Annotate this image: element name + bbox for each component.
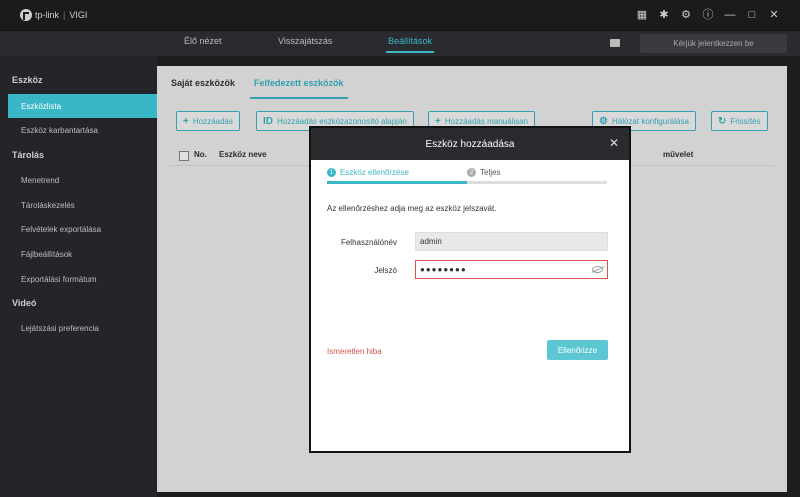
folder-icon[interactable] xyxy=(610,39,620,47)
password-field[interactable]: ●●●●●●●● xyxy=(415,260,608,279)
sidebar-group-video: Videó xyxy=(12,298,37,308)
username-label: Felhasználónév xyxy=(340,238,397,247)
sidebar-item-file-settings[interactable]: Fájlbeállítások xyxy=(0,242,157,266)
top-navigation: Élő nézet Visszajátszás Beállítások Kérj… xyxy=(0,30,800,56)
sidebar-item-export-format[interactable]: Exportálási formátum xyxy=(0,267,157,291)
gear-icon[interactable]: ⚙ xyxy=(680,9,692,21)
tab-settings[interactable]: Beállítások xyxy=(385,36,435,53)
minimize-icon[interactable]: — xyxy=(724,9,736,21)
tplink-logo-icon xyxy=(20,9,32,21)
brand-name: tp-link xyxy=(35,10,60,20)
sidebar-group-storage: Tárolás xyxy=(12,150,45,160)
sidebar-item-device-maintenance[interactable]: Eszköz karbantartása xyxy=(0,118,157,142)
info-icon[interactable]: ⓘ xyxy=(702,9,714,21)
step-1-label: Eszköz ellenőrzése xyxy=(340,168,409,177)
username-value: admin xyxy=(420,237,442,246)
sidebar-item-schedule[interactable]: Menetrend xyxy=(0,168,157,192)
grid-icon[interactable]: ▦ xyxy=(636,9,648,21)
step-progress-track xyxy=(327,181,607,184)
step-verify-device: 1 Eszköz ellenőrzése xyxy=(327,168,409,177)
sidebar-group-device: Eszköz xyxy=(12,75,43,85)
step-2-label: Teljes xyxy=(480,168,501,177)
add-device-dialog: Eszköz hozzáadása ✕ 1 Eszköz ellenőrzése… xyxy=(309,126,631,453)
step-complete: 2 Teljes xyxy=(467,168,500,177)
tab-playback[interactable]: Visszajátszás xyxy=(278,36,332,46)
hide-password-icon[interactable] xyxy=(592,266,603,273)
sidebar-item-playback-preference[interactable]: Lejátszási preferencia xyxy=(0,316,157,340)
bug-icon[interactable]: ✱ xyxy=(658,9,670,21)
close-icon[interactable]: ✕ xyxy=(609,137,619,149)
sidebar-item-storage-management[interactable]: Tároláskezelés xyxy=(0,193,157,217)
app-logo: tp-link | VIGI xyxy=(20,9,87,21)
sidebar-item-export-recordings[interactable]: Felvételek exportálása xyxy=(0,217,157,241)
password-value: ●●●●●●●● xyxy=(420,265,467,274)
verify-button[interactable]: Ellenőrizze xyxy=(547,340,608,360)
tab-live-view[interactable]: Élő nézet xyxy=(184,36,222,46)
maximize-icon[interactable]: □ xyxy=(746,9,758,21)
window-controls: ▦ ✱ ⚙ ⓘ — □ ✕ xyxy=(636,9,780,21)
error-message: Ismeretlen hiba xyxy=(327,347,382,356)
product-name: VIGI xyxy=(69,10,88,20)
dialog-header: Eszköz hozzáadása ✕ xyxy=(311,128,629,160)
dialog-title: Eszköz hozzáadása xyxy=(425,138,515,150)
step-progress-fill xyxy=(327,181,467,184)
dialog-prompt: Az ellenőrzéshez adja meg az eszköz jels… xyxy=(327,204,497,213)
username-field[interactable]: admin xyxy=(415,232,608,251)
step-1-icon: 1 xyxy=(327,168,336,177)
login-button[interactable]: Kérjük jelentkezzen be xyxy=(640,34,787,53)
sidebar: Eszköz Eszközlista Eszköz karbantartása … xyxy=(0,56,157,497)
sidebar-item-device-list[interactable]: Eszközlista xyxy=(8,94,157,118)
password-label: Jelszó xyxy=(374,266,397,275)
close-icon[interactable]: ✕ xyxy=(768,9,780,21)
logo-separator: | xyxy=(63,10,66,20)
title-bar: tp-link | VIGI ▦ ✱ ⚙ ⓘ — □ ✕ xyxy=(0,0,800,30)
step-2-icon: 2 xyxy=(467,168,476,177)
